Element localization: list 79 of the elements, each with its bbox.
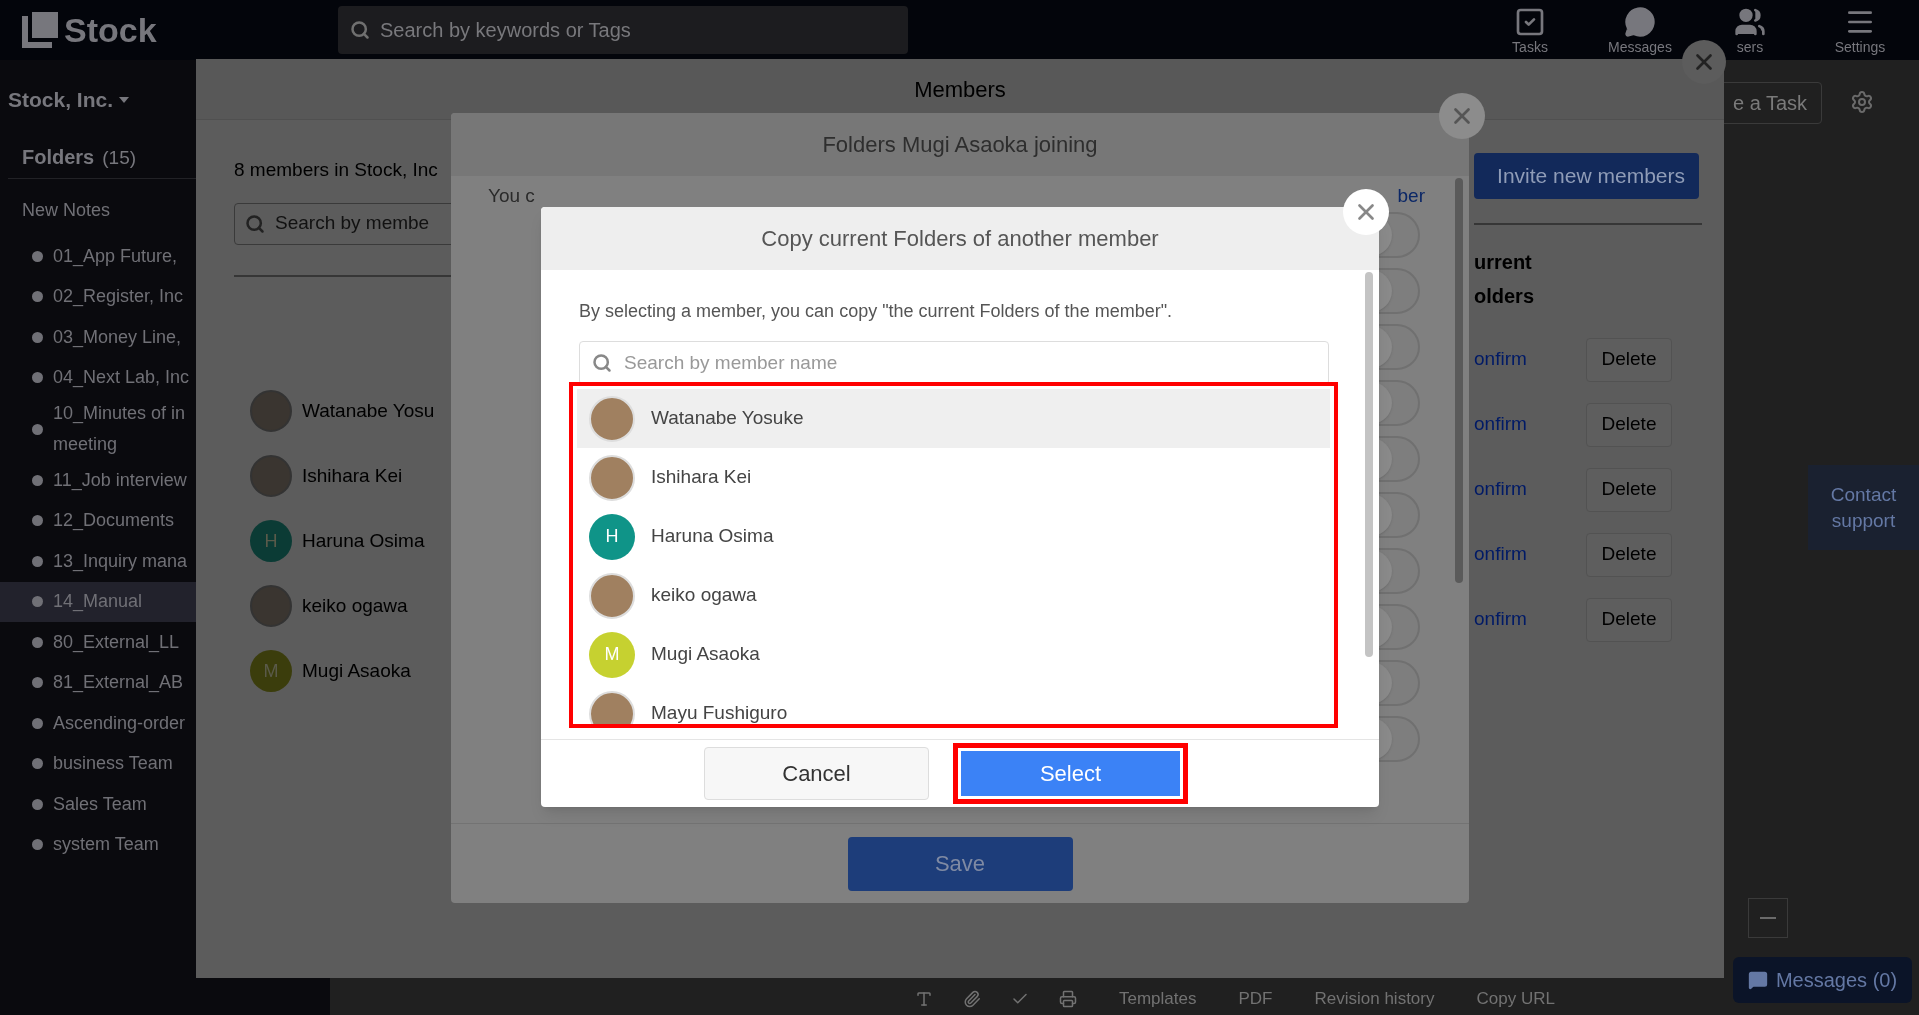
confirm-link[interactable]: onfirm <box>1474 605 1586 634</box>
bullet-icon <box>32 423 43 435</box>
avatar-initial: H <box>250 520 292 562</box>
confirm-link[interactable]: onfirm <box>1474 345 1586 374</box>
search-icon <box>350 20 370 40</box>
bullet-icon <box>32 717 43 729</box>
bullet-icon <box>32 636 43 648</box>
bullet-icon <box>32 677 43 689</box>
avatar-photo <box>589 395 635 442</box>
save-button[interactable]: Save <box>847 836 1073 891</box>
task-checkbox-icon <box>1514 6 1546 38</box>
modal-title: Members <box>914 75 1006 104</box>
nav-item[interactable]: Settings <box>1805 0 1915 60</box>
avatar-photo <box>250 390 292 432</box>
folders-count: (15) <box>102 145 137 170</box>
minus-icon <box>1760 917 1776 919</box>
bullet-icon <box>32 331 43 343</box>
cancel-button[interactable]: Cancel <box>704 747 929 800</box>
bullet-icon <box>32 555 43 567</box>
messages-button[interactable]: Messages (0) <box>1733 957 1912 1003</box>
copy-folders-link[interactable]: ber <box>1397 182 1425 211</box>
printer-icon[interactable] <box>1059 989 1077 1008</box>
confirm-link[interactable]: onfirm <box>1474 540 1586 569</box>
logo-icon <box>22 12 58 48</box>
nav-item[interactable]: Messages <box>1585 0 1695 60</box>
toolbar-link[interactable]: Revision history <box>1314 985 1435 1012</box>
bullet-icon <box>32 372 43 384</box>
avatar-initial: H <box>589 513 635 560</box>
bullet-icon <box>32 596 43 608</box>
workspace-dropdown[interactable]: Stock, Inc. <box>8 84 130 116</box>
toolbar-link[interactable]: Copy URL <box>1476 985 1555 1012</box>
confirm-link[interactable]: onfirm <box>1474 410 1586 439</box>
bullet-icon <box>32 291 43 303</box>
bullet-icon <box>32 798 43 810</box>
toolbar-link[interactable]: PDF <box>1238 985 1273 1012</box>
invite-button[interactable]: Invite new members <box>1474 153 1699 199</box>
bullet-icon <box>32 474 43 486</box>
bullet-icon <box>32 758 43 770</box>
avatar-initial: M <box>250 650 292 692</box>
logo-text: Stock <box>64 9 157 51</box>
contact-support-button[interactable]: Contact support <box>1808 465 1919 550</box>
avatar-photo <box>250 455 292 497</box>
avatar-photo <box>250 585 292 627</box>
speech-bubble-icon <box>1624 6 1656 38</box>
paperclip-icon[interactable] <box>963 989 981 1008</box>
avatar-photo <box>589 454 635 501</box>
chat-icon <box>1747 970 1768 990</box>
settings-icon[interactable] <box>1850 90 1874 114</box>
avatar-initial: M <box>589 631 635 678</box>
search-icon <box>245 213 265 234</box>
search-field[interactable]: Search by keywords or Tags <box>338 6 908 54</box>
confirm-link[interactable]: onfirm <box>1474 475 1586 504</box>
toolbar-link[interactable]: Templates <box>1119 985 1197 1012</box>
delete-button[interactable]: Delete <box>1586 337 1672 382</box>
bullet-icon <box>32 839 43 851</box>
modal-title: Folders Mugi Asaoka joining <box>822 131 1098 159</box>
bullet-icon <box>32 515 43 527</box>
dialog-title: Copy current Folders of another member <box>761 225 1159 253</box>
nav-item[interactable]: sers <box>1695 0 1805 60</box>
search-icon <box>592 353 612 373</box>
avatar-photo <box>589 690 635 724</box>
delete-button[interactable]: Delete <box>1586 402 1672 447</box>
member-option[interactable]: Watanabe Yosuke <box>577 389 1330 448</box>
delete-button[interactable]: Delete <box>1586 532 1672 577</box>
scrollbar[interactable] <box>1455 178 1463 583</box>
users-icon <box>1734 6 1766 38</box>
column-header: urrent olders <box>1474 250 1536 309</box>
scrollbar[interactable] <box>1365 272 1373 657</box>
caret-icon <box>119 96 130 103</box>
text-format-icon[interactable] <box>915 989 933 1008</box>
dialog-description: By selecting a member, you can copy "the current Folders of the member". <box>579 300 1174 323</box>
nav-item[interactable]: Tasks <box>1475 0 1585 60</box>
member-count: 8 members in Stock, Inc <box>234 158 439 182</box>
avatar-photo <box>589 572 635 619</box>
folders-heading: Folders <box>22 144 95 170</box>
delete-button[interactable]: Delete <box>1586 467 1672 512</box>
delete-button[interactable]: Delete <box>1586 597 1672 642</box>
bullet-icon <box>32 250 43 262</box>
select-button[interactable]: Select <box>961 751 1180 796</box>
